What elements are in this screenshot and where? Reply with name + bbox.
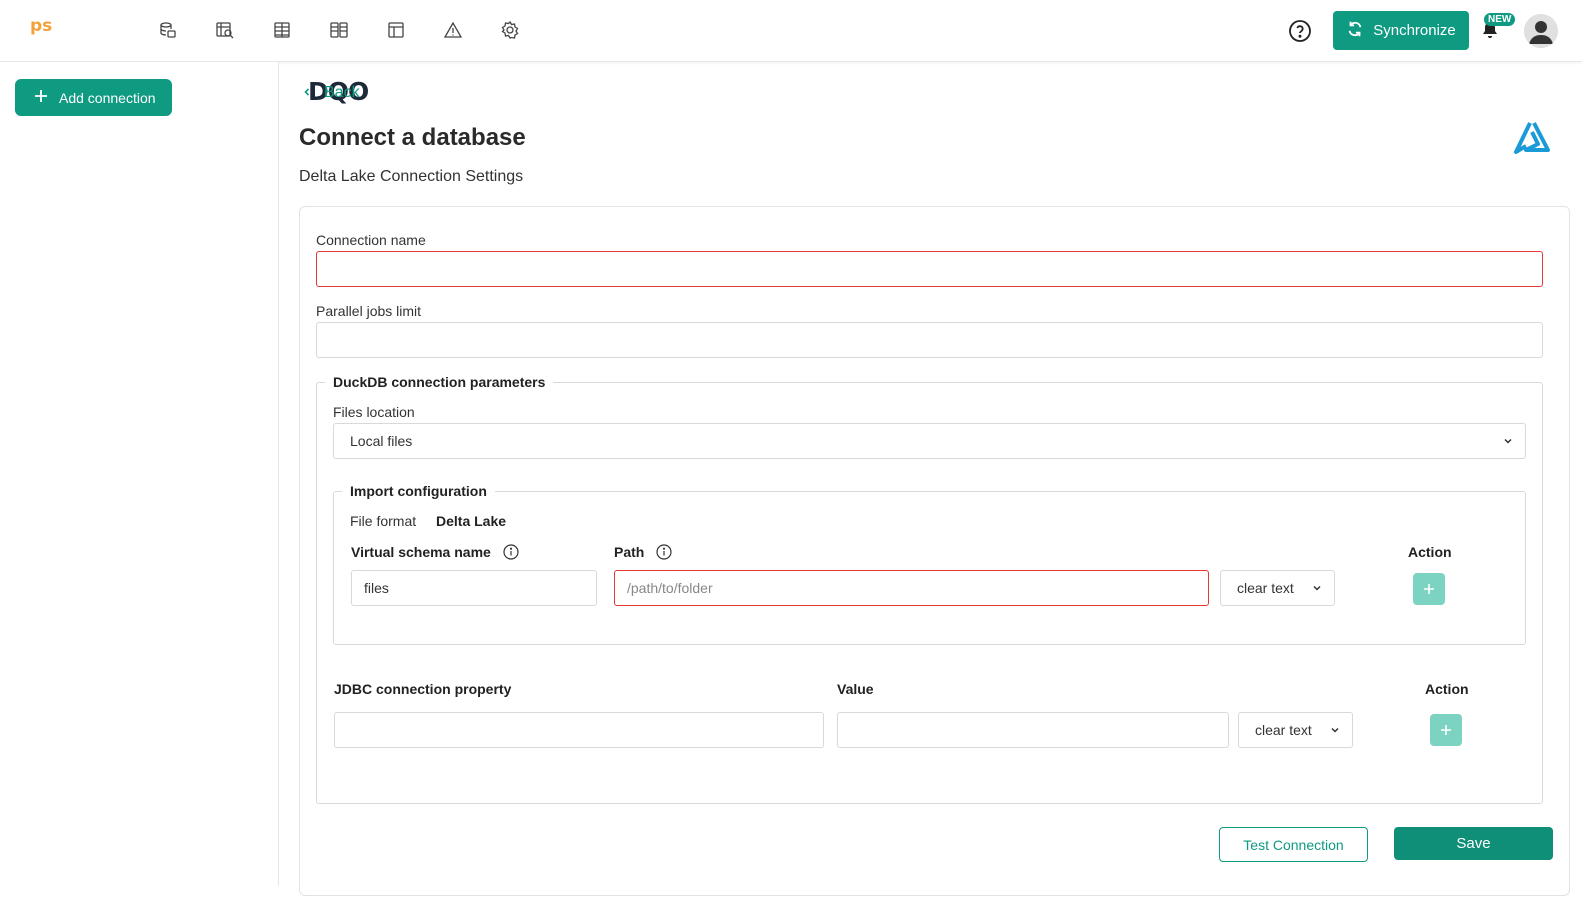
plus-icon (33, 88, 49, 107)
path-header: Path (614, 544, 672, 560)
incidents-icon[interactable] (443, 20, 463, 40)
files-location-value: Local files (350, 433, 413, 449)
chevron-down-icon (1330, 722, 1340, 738)
jdbc-property-header: JDBC connection property (334, 681, 512, 697)
info-icon[interactable] (656, 544, 672, 560)
jdbc-mode-select[interactable]: clear text (1238, 712, 1353, 748)
data-sources-icon[interactable] (158, 20, 178, 40)
plus-icon (1424, 584, 1434, 594)
save-button[interactable]: Save (1394, 827, 1553, 860)
connection-name-input[interactable] (316, 251, 1543, 287)
path-mode-value: clear text (1237, 580, 1294, 596)
duckdb-parameters-fieldset: DuckDB connection parameters Files locat… (316, 374, 1543, 804)
virtual-schema-input[interactable]: files (351, 570, 597, 606)
logo-suffix-text: ps (30, 16, 53, 36)
dqops-logo[interactable]: DQO ps (28, 16, 369, 105)
chevron-down-icon (1503, 433, 1513, 449)
sidebar: Add connection (0, 62, 279, 886)
synchronize-button[interactable]: Synchronize (1333, 11, 1469, 50)
virtual-schema-header: Virtual schema name (351, 544, 519, 560)
path-mode-select[interactable]: clear text (1220, 570, 1335, 606)
jdbc-action-header: Action (1425, 681, 1469, 697)
page-subtitle: Delta Lake Connection Settings (299, 168, 524, 185)
sync-icon (1346, 20, 1364, 42)
page-title: Connect a database (299, 124, 526, 151)
back-link[interactable]: Back (302, 84, 360, 102)
help-icon[interactable] (1288, 19, 1312, 43)
monitoring-checks-icon[interactable] (272, 20, 292, 40)
parallel-jobs-input[interactable] (316, 322, 1543, 358)
jdbc-property-input[interactable] (334, 712, 824, 748)
jdbc-value-header: Value (837, 681, 874, 697)
partition-checks-icon[interactable] (329, 20, 349, 40)
virtual-schema-header-text: Virtual schema name (351, 544, 491, 560)
user-avatar[interactable] (1524, 14, 1558, 48)
back-label: Back (324, 84, 360, 101)
duckdb-parameters-legend: DuckDB connection parameters (325, 374, 554, 390)
files-location-select[interactable]: Local files (333, 423, 1526, 459)
parallel-jobs-label: Parallel jobs limit (316, 303, 422, 319)
file-format-label: File format (350, 513, 417, 529)
add-connection-button[interactable]: Add connection (15, 79, 172, 116)
action-header: Action (1408, 544, 1452, 560)
file-format-value: Delta Lake (436, 513, 507, 529)
data-quality-dashboards-icon[interactable] (386, 20, 406, 40)
new-badge: NEW (1484, 13, 1516, 26)
path-header-text: Path (614, 544, 645, 560)
add-connection-label: Add connection (59, 89, 156, 106)
files-location-label: Files location (333, 404, 415, 420)
synchronize-label: Synchronize (1373, 22, 1456, 39)
connection-name-label: Connection name (316, 232, 426, 248)
info-icon[interactable] (503, 544, 519, 560)
connection-settings-panel: Connection name Parallel jobs limit Duck… (299, 206, 1570, 896)
configuration-icon[interactable] (500, 20, 520, 40)
chevron-down-icon (1312, 580, 1322, 596)
test-connection-button[interactable]: Test Connection (1219, 827, 1368, 862)
path-input[interactable]: /path/to/folder (614, 570, 1209, 606)
delta-lake-logo-icon (1512, 120, 1552, 158)
add-path-button[interactable] (1413, 573, 1445, 605)
import-configuration-fieldset: Import configuration File format Delta L… (333, 483, 1526, 645)
profiling-icon[interactable] (215, 20, 235, 40)
main-content: Back Connect a database Delta Lake Conne… (280, 62, 1582, 896)
import-configuration-legend: Import configuration (342, 483, 495, 499)
jdbc-value-input[interactable] (837, 712, 1229, 748)
top-navigation-bar: DQO ps Synchronize NEW (0, 0, 1582, 105)
add-jdbc-property-button[interactable] (1430, 714, 1462, 746)
plus-icon (1441, 725, 1451, 735)
chevron-left-icon (302, 84, 312, 102)
jdbc-mode-value: clear text (1255, 722, 1312, 738)
